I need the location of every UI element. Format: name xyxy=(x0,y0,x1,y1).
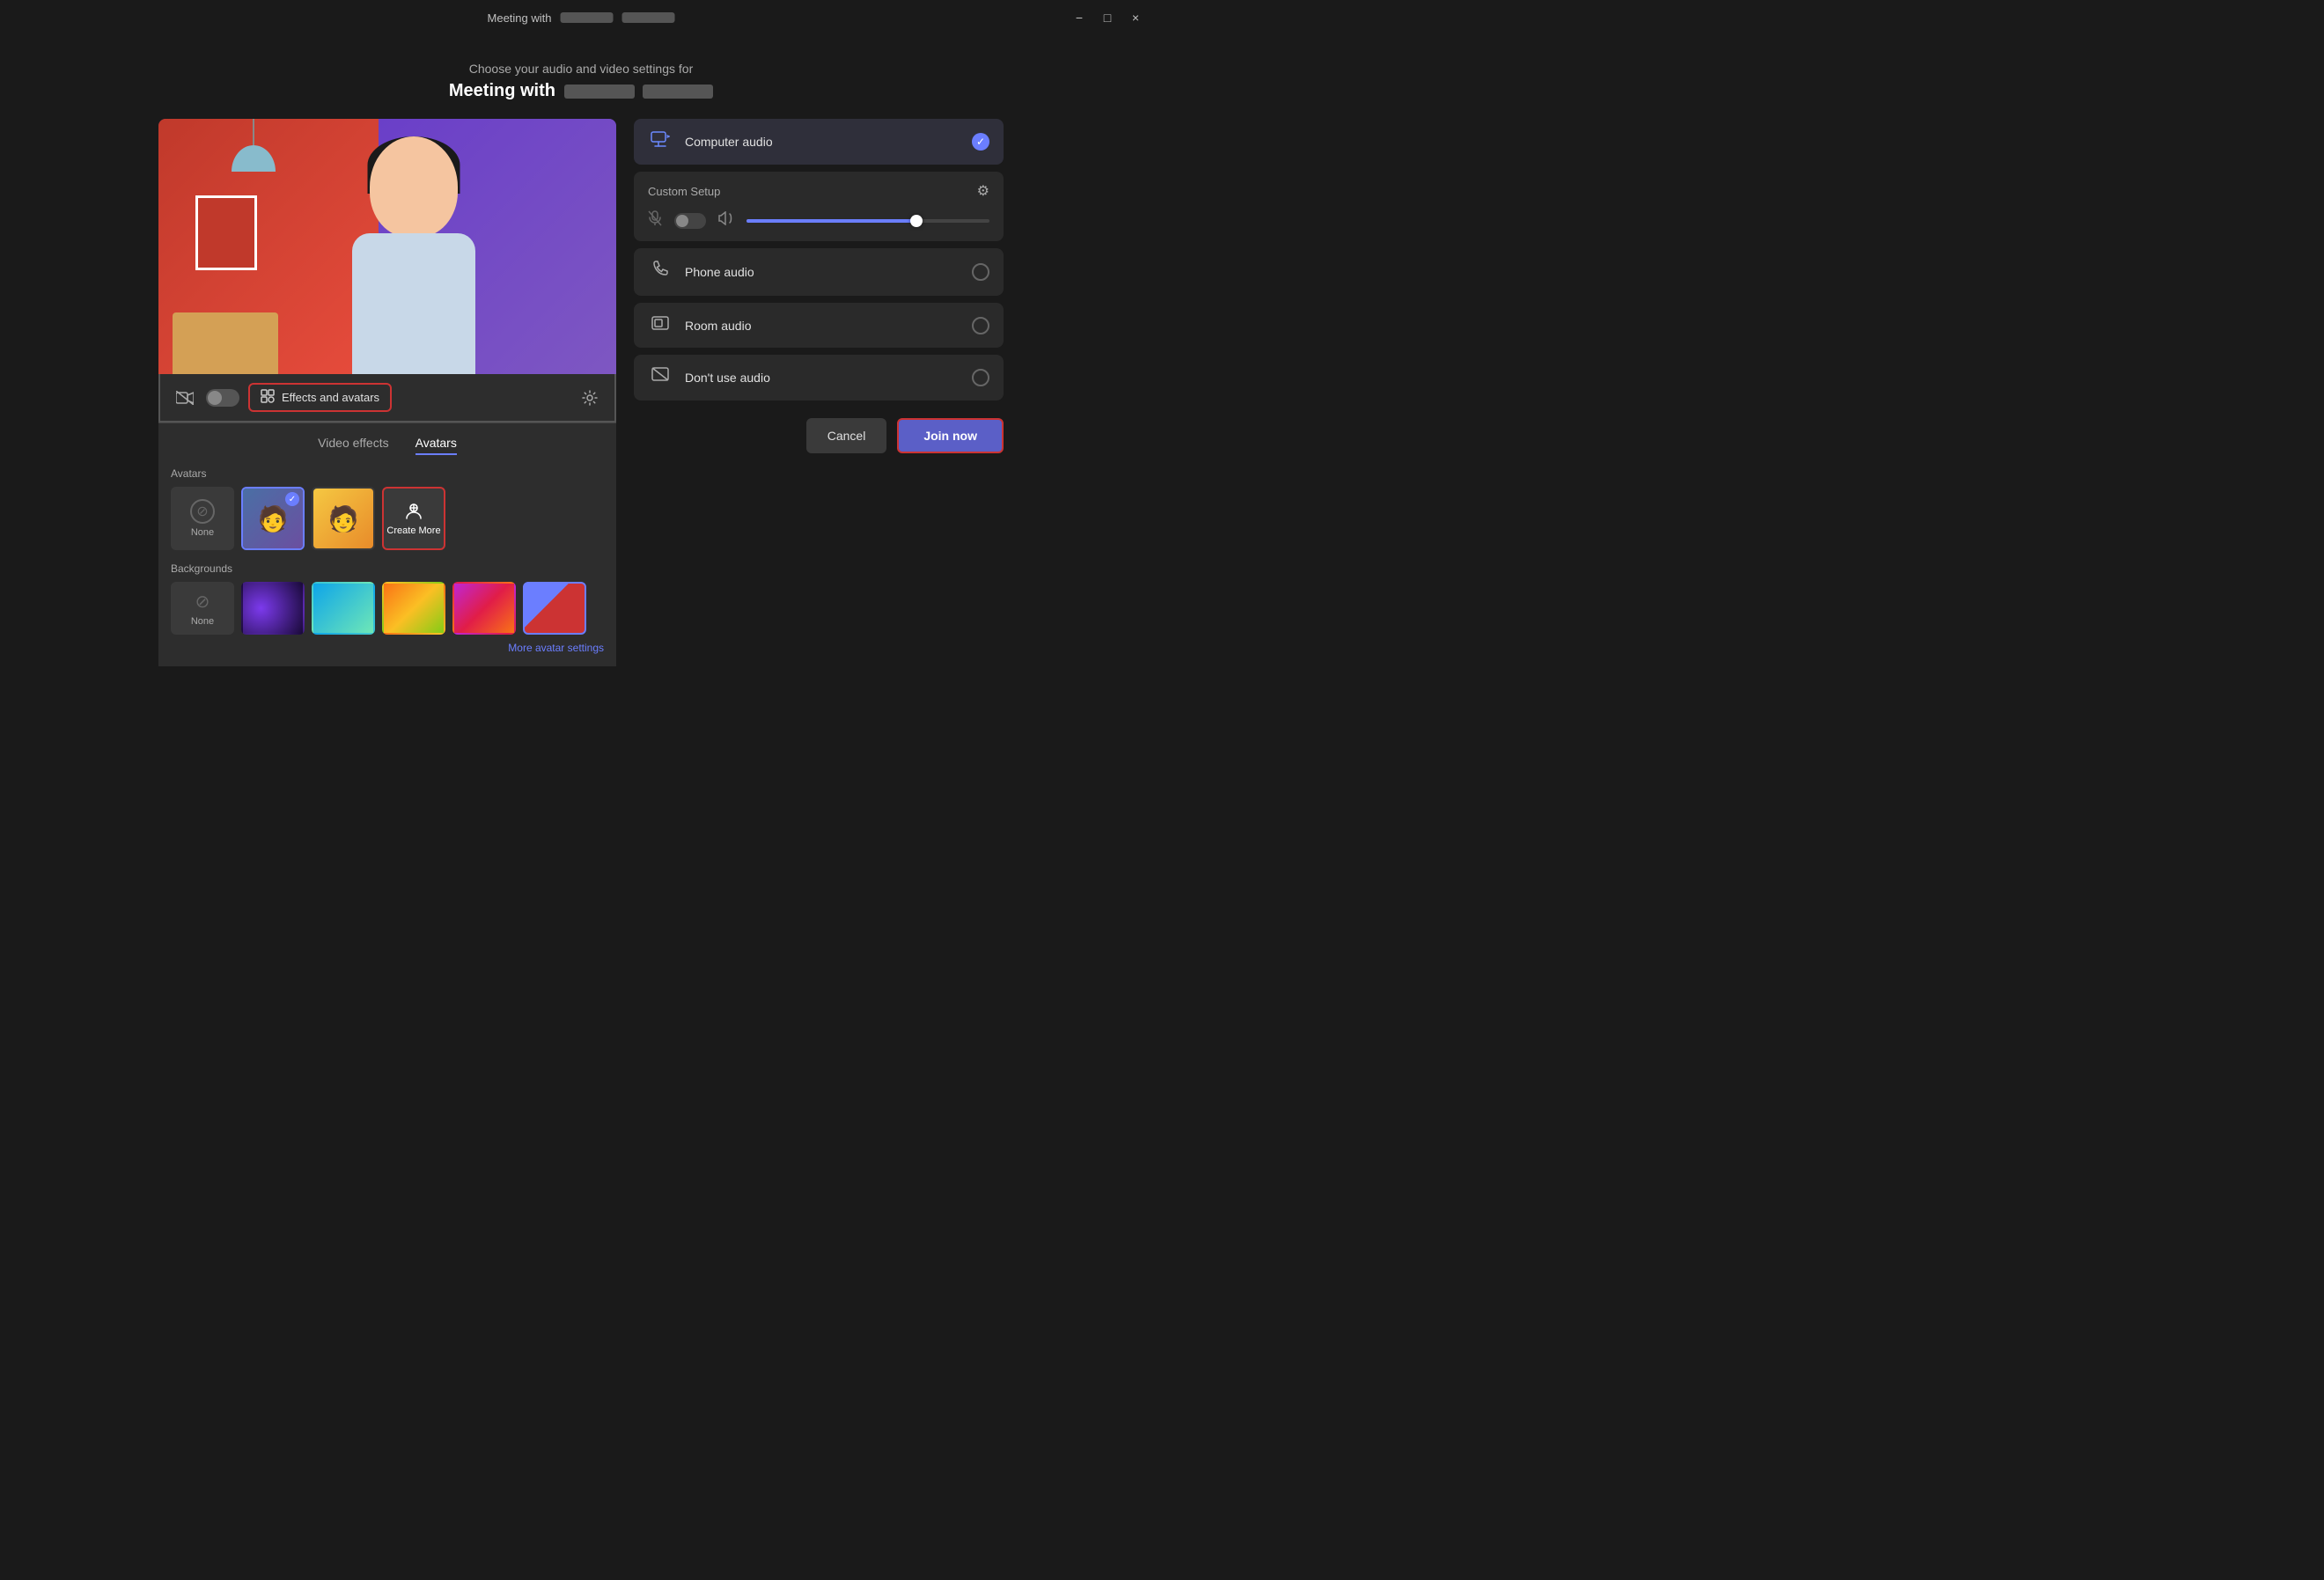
avatar-figure xyxy=(326,136,502,374)
ceiling-lamp-decor xyxy=(227,119,280,189)
meeting-name-blur2 xyxy=(643,85,713,99)
maximize-button[interactable]: □ xyxy=(1095,5,1120,30)
controls-bar: Effects and avatars xyxy=(158,374,616,423)
avatar-option-2[interactable]: 🧑 xyxy=(312,487,375,550)
right-panel: Computer audio ✓ Custom Setup ⚙ xyxy=(634,119,1004,453)
meeting-name-blur1 xyxy=(564,85,635,99)
cancel-button[interactable]: Cancel xyxy=(806,418,887,453)
computer-audio-label: Computer audio xyxy=(685,135,960,149)
more-avatar-settings-link[interactable]: More avatar settings xyxy=(171,642,604,654)
custom-setup-header: Custom Setup ⚙ xyxy=(648,182,989,200)
no-audio-radio xyxy=(972,369,989,386)
create-more-avatar-button[interactable]: Create More xyxy=(382,487,445,550)
avatars-section-label: Avatars xyxy=(171,467,604,480)
tabs-row: Video effects Avatars xyxy=(171,436,604,455)
avatar-body xyxy=(352,233,475,374)
minimize-button[interactable]: − xyxy=(1067,5,1092,30)
phone-audio-icon xyxy=(648,261,673,283)
room-audio-label: Room audio xyxy=(685,319,960,333)
no-audio-option[interactable]: Don't use audio xyxy=(634,355,1004,401)
bg-none-label: None xyxy=(191,616,214,627)
main-content: Choose your audio and video settings for… xyxy=(0,35,1162,666)
no-audio-label: Don't use audio xyxy=(685,371,960,385)
close-button[interactable]: × xyxy=(1123,5,1148,30)
meeting-header: Choose your audio and video settings for… xyxy=(449,62,713,101)
video-preview xyxy=(158,119,616,374)
meeting-subtitle: Choose your audio and video settings for xyxy=(449,62,713,76)
audio-controls-row xyxy=(648,210,989,231)
effects-panel: Video effects Avatars Avatars ⊘ None ✓ 🧑 xyxy=(158,423,616,666)
computer-audio-icon xyxy=(648,131,673,152)
avatar-none[interactable]: ⊘ None xyxy=(171,487,234,550)
titlebar-title: Meeting with xyxy=(488,11,675,25)
titlebar-name-blur xyxy=(560,12,613,23)
bg-none[interactable]: ⊘ None xyxy=(171,582,234,635)
effects-avatars-button[interactable]: Effects and avatars xyxy=(248,383,392,412)
bg-option-5-selected[interactable] xyxy=(523,582,586,635)
computer-audio-option[interactable]: Computer audio ✓ xyxy=(634,119,1004,165)
avatar-none-label: None xyxy=(191,527,214,538)
room-audio-icon xyxy=(648,315,673,335)
bg-option-4[interactable] xyxy=(452,582,516,635)
phone-audio-option[interactable]: Phone audio xyxy=(634,248,1004,296)
backgrounds-grid: ⊘ None xyxy=(171,582,604,635)
create-more-label: Create More xyxy=(386,525,440,536)
mic-muted-icon xyxy=(648,210,662,231)
phone-audio-label: Phone audio xyxy=(685,265,960,279)
titlebar: Meeting with − □ × xyxy=(0,0,1162,35)
bg-option-1[interactable] xyxy=(241,582,305,635)
avatar-selected[interactable]: ✓ 🧑 xyxy=(241,487,305,550)
camera-toggle[interactable] xyxy=(206,389,239,407)
tab-avatars[interactable]: Avatars xyxy=(416,436,457,455)
sliders-icon[interactable]: ⚙ xyxy=(977,182,989,200)
left-frame-decor xyxy=(195,195,257,270)
no-audio-icon xyxy=(648,367,673,388)
speaker-icon xyxy=(718,211,734,230)
room-audio-radio xyxy=(972,317,989,334)
camera-off-icon[interactable] xyxy=(173,386,197,410)
custom-setup-panel: Custom Setup ⚙ xyxy=(634,172,1004,241)
custom-setup-label: Custom Setup xyxy=(648,185,720,198)
avatar-head xyxy=(370,136,458,238)
bg-option-3[interactable] xyxy=(382,582,445,635)
effects-button-label: Effects and avatars xyxy=(282,391,379,404)
drawers-decor xyxy=(173,312,278,374)
phone-audio-radio xyxy=(972,263,989,281)
video-settings-icon[interactable] xyxy=(577,386,602,410)
computer-audio-check: ✓ xyxy=(972,133,989,151)
content-row: Effects and avatars Video effects Avatar… xyxy=(158,119,1004,666)
join-now-button[interactable]: Join now xyxy=(897,418,1004,453)
titlebar-controls: − □ × xyxy=(1067,5,1148,30)
mic-toggle[interactable] xyxy=(674,213,706,229)
none-circle-icon: ⊘ xyxy=(190,499,215,524)
backgrounds-section-label: Backgrounds xyxy=(171,562,604,575)
volume-thumb xyxy=(910,215,923,227)
volume-slider[interactable] xyxy=(746,219,989,223)
tab-video-effects[interactable]: Video effects xyxy=(318,436,388,455)
titlebar-title-text: Meeting with xyxy=(488,11,552,25)
bg-option-2[interactable] xyxy=(312,582,375,635)
titlebar-name-blur2 xyxy=(621,12,674,23)
left-panel: Effects and avatars Video effects Avatar… xyxy=(158,119,616,666)
effects-icon xyxy=(261,389,275,406)
volume-fill xyxy=(746,219,916,223)
avatar-grid: ⊘ None ✓ 🧑 🧑 xyxy=(171,487,604,550)
action-buttons: Cancel Join now xyxy=(634,418,1004,453)
avatar-check-icon: ✓ xyxy=(285,492,299,506)
room-audio-option[interactable]: Room audio xyxy=(634,303,1004,348)
meeting-title: Meeting with xyxy=(449,81,713,101)
